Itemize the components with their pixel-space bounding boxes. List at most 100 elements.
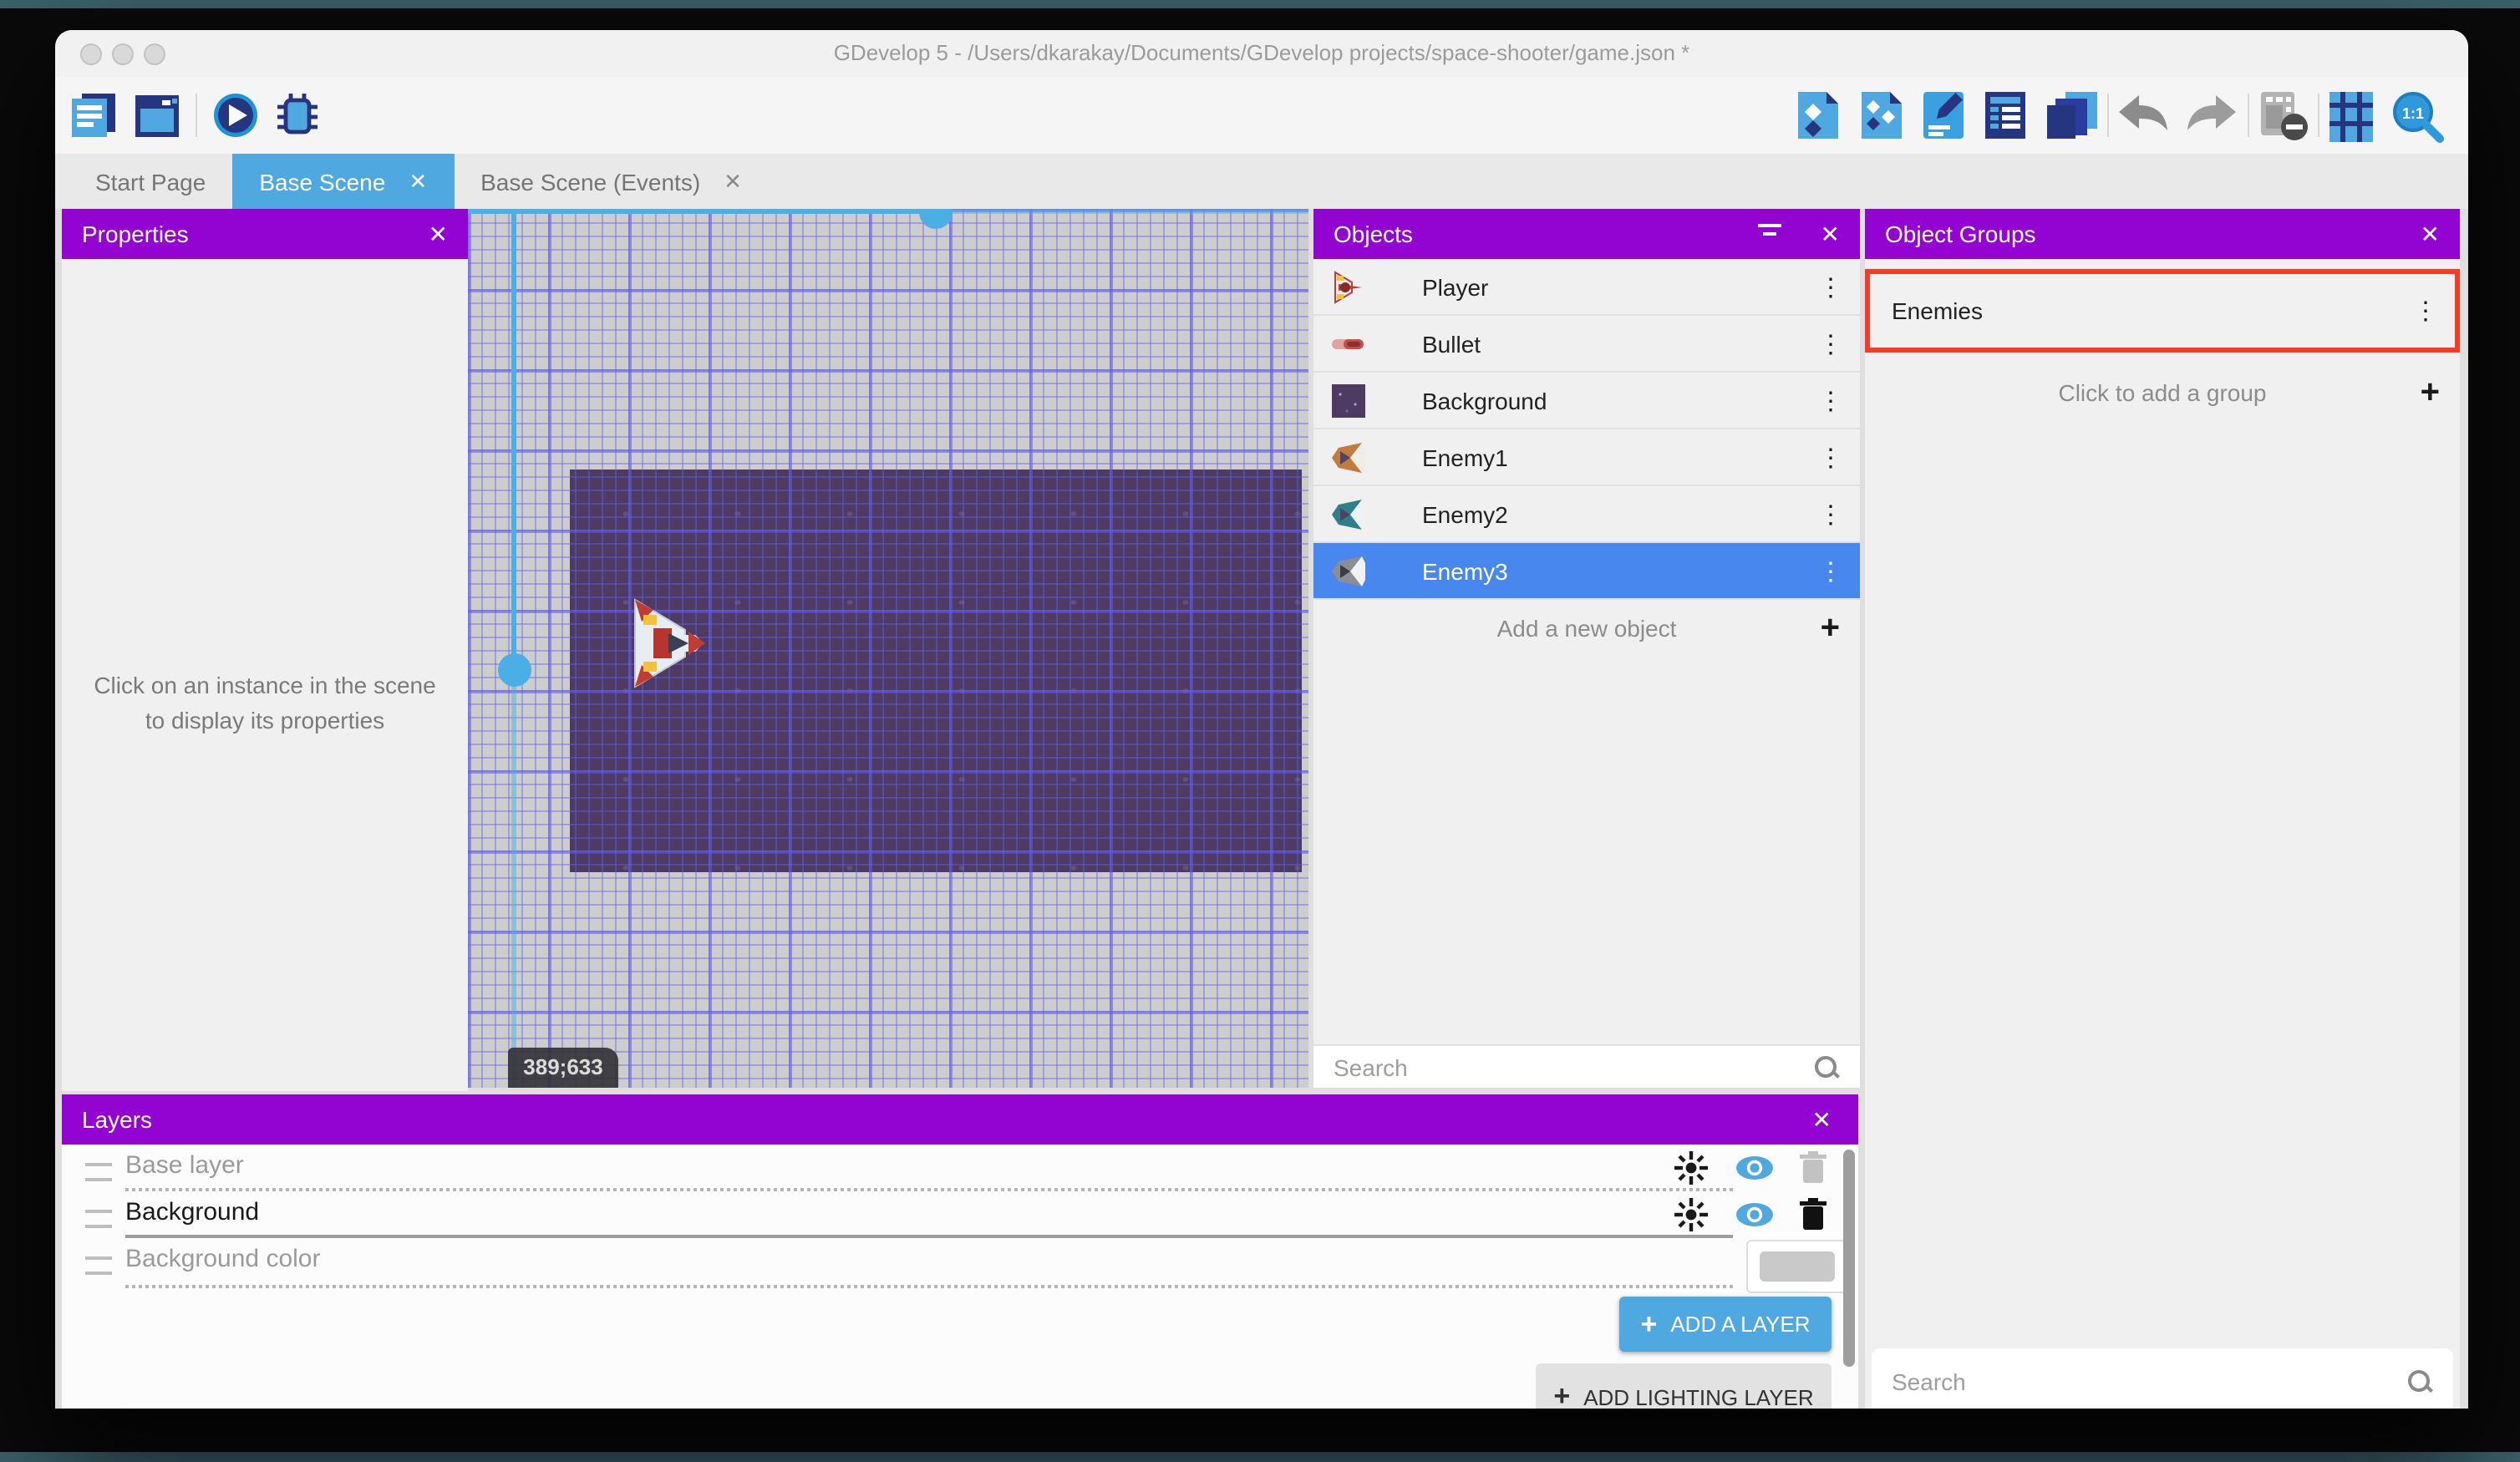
drag-handle-icon[interactable] [85, 1210, 112, 1228]
toolbar-separator [2107, 94, 2109, 137]
color-swatch[interactable] [1760, 1251, 1835, 1282]
project-manager-icon[interactable] [69, 90, 119, 140]
plus-icon[interactable]: + [1821, 609, 1840, 647]
layers-scrollbar-thumb[interactable] [1843, 1150, 1855, 1367]
objects-search [1313, 1044, 1860, 1088]
zoom-1-1-icon[interactable]: 1:1 [2391, 90, 2441, 140]
groups-search-input[interactable] [1872, 1368, 2406, 1395]
enemy3-thumbnail [1330, 552, 1367, 589]
scene-height-handle[interactable] [498, 653, 531, 687]
scene-grid [468, 209, 1308, 1088]
center-view-icon[interactable] [1673, 1150, 1710, 1186]
layer-name[interactable]: Base layer [125, 1151, 244, 1180]
center-view-icon[interactable] [1673, 1196, 1710, 1233]
editor-tabs: Start Page Base Scene ✕ Base Scene (Even… [55, 154, 2468, 209]
panel-title: Objects [1334, 221, 1413, 247]
object-row-bullet[interactable]: Bullet ⋮ [1313, 316, 1860, 373]
add-lighting-layer-label: ADD LIGHTING LAYER [1583, 1384, 1813, 1409]
objects-panel-icon[interactable] [1795, 90, 1845, 140]
object-name: Enemy1 [1422, 444, 1508, 470]
kebab-menu-icon[interactable]: ⋮ [1818, 442, 1843, 472]
visibility-eye-icon[interactable] [1735, 1150, 1771, 1186]
tab-start-page[interactable]: Start Page [69, 154, 232, 209]
kebab-menu-icon[interactable]: ⋮ [1818, 272, 1843, 302]
kebab-menu-icon[interactable]: ⋮ [1818, 385, 1843, 415]
kebab-menu-icon[interactable]: ⋮ [2413, 296, 2438, 326]
player-thumbnail [1330, 268, 1367, 305]
drag-handle-icon[interactable] [85, 1163, 112, 1181]
delete-layer-icon[interactable] [1796, 1196, 1833, 1233]
bullet-thumbnail [1330, 325, 1367, 362]
close-tab-icon[interactable]: ✕ [409, 168, 427, 195]
object-name: Bullet [1422, 330, 1481, 357]
object-row-enemy2[interactable]: Enemy2 ⋮ [1313, 486, 1860, 543]
panel-title: Object Groups [1885, 221, 2036, 247]
close-icon[interactable]: ✕ [2421, 220, 2440, 248]
add-group-row[interactable]: Click to add a group + [1865, 359, 2460, 426]
group-row-enemies-highlighted[interactable]: Enemies ⋮ [1865, 269, 2460, 353]
close-icon[interactable]: ✕ [1821, 220, 1840, 248]
instances-list-icon[interactable] [1984, 90, 2034, 140]
desktop-bottom-strip [0, 1452, 2520, 1462]
visibility-eye-icon[interactable] [1735, 1196, 1771, 1233]
kebab-menu-icon[interactable]: ⋮ [1818, 499, 1843, 529]
cursor-coordinates-badge: 389;633 [508, 1048, 618, 1088]
layer-name[interactable]: Background color [125, 1245, 320, 1273]
editor-content: Properties ✕ Click on an instance in the… [55, 209, 2468, 1409]
scene-preview-icon[interactable] [132, 90, 182, 140]
scene-top-boundary [468, 209, 932, 214]
properties-panel: Properties ✕ Click on an instance in the… [62, 209, 468, 1091]
debug-icon[interactable] [272, 90, 323, 140]
tab-base-scene[interactable]: Base Scene ✕ [232, 154, 454, 209]
properties-panel-icon[interactable] [1922, 90, 1972, 140]
object-name: Background [1422, 387, 1547, 414]
tab-base-scene-events[interactable]: Base Scene (Events) ✕ [454, 154, 769, 209]
drag-handle-icon[interactable] [85, 1256, 112, 1275]
add-lighting-layer-button[interactable]: + ADD LIGHTING LAYER [1536, 1363, 1832, 1409]
play-icon[interactable] [212, 92, 262, 142]
background-thumbnail [1330, 382, 1367, 419]
delete-layer-icon-disabled[interactable] [1796, 1150, 1833, 1186]
object-row-background[interactable]: Background ⋮ [1313, 373, 1860, 429]
layers-panel-icon[interactable] [2045, 90, 2096, 140]
filter-icon[interactable] [1757, 221, 1784, 247]
plus-icon: + [1553, 1380, 1570, 1409]
kebab-menu-icon[interactable]: ⋮ [1818, 328, 1843, 358]
objects-panel-header: Objects ✕ [1313, 209, 1860, 259]
search-icon [2406, 1368, 2433, 1395]
object-row-enemy1[interactable]: Enemy1 ⋮ [1313, 429, 1860, 486]
layer-name-underline [125, 1285, 1733, 1288]
layers-panel-header: Layers ✕ [62, 1094, 1858, 1145]
group-name: Enemies [1892, 297, 1983, 324]
render-mask-icon[interactable] [2258, 90, 2308, 140]
enemy2-thumbnail [1330, 495, 1367, 532]
close-icon[interactable]: ✕ [1812, 1105, 1832, 1134]
scene-canvas[interactable]: 389;633 [468, 209, 1308, 1088]
object-name: Player [1422, 273, 1488, 300]
plus-icon[interactable]: + [2421, 373, 2440, 412]
object-row-enemy3-selected[interactable]: Enemy3 ⋮ [1313, 543, 1860, 600]
add-object-label: Add a new object [1313, 615, 1860, 642]
kebab-menu-icon[interactable]: ⋮ [1818, 556, 1843, 586]
background-color-picker[interactable] [1746, 1240, 1848, 1293]
close-icon[interactable]: ✕ [429, 220, 448, 248]
layer-row-background: Background [62, 1191, 1858, 1238]
object-groups-panel: Object Groups ✕ Enemies ⋮ Click to add a… [1865, 209, 2460, 1409]
object-row-player[interactable]: Player ⋮ [1313, 259, 1860, 316]
close-tab-icon[interactable]: ✕ [724, 168, 742, 195]
object-name: Enemy2 [1422, 500, 1508, 527]
tab-label: Base Scene [259, 168, 385, 195]
objects-search-input[interactable] [1313, 1053, 1813, 1080]
add-layer-button[interactable]: + ADD A LAYER [1619, 1297, 1832, 1352]
zoom-ratio-label: 1:1 [2402, 105, 2424, 122]
object-groups-panel-header: Object Groups ✕ [1865, 209, 2460, 259]
undo-icon[interactable] [2117, 94, 2167, 144]
desktop-top-strip [0, 0, 2520, 8]
layer-name[interactable]: Background [125, 1198, 259, 1226]
panel-title: Layers [82, 1106, 152, 1133]
grid-icon[interactable] [2328, 90, 2378, 140]
add-object-row[interactable]: Add a new object + [1313, 600, 1860, 657]
object-groups-panel-icon[interactable] [1858, 90, 1908, 140]
redo-icon[interactable] [2184, 94, 2234, 144]
player-instance[interactable] [628, 593, 705, 693]
